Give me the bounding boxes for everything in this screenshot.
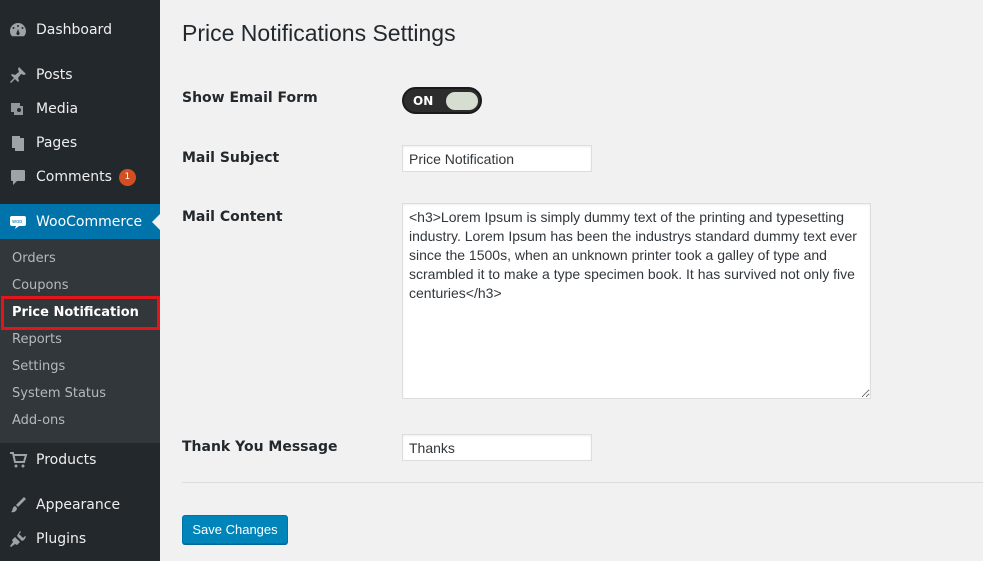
pin-icon <box>0 65 36 85</box>
menu-label: Appearance <box>36 497 121 513</box>
pages-icon <box>0 133 36 153</box>
cart-icon <box>0 450 36 470</box>
submenu-orders[interactable]: Orders <box>12 251 56 266</box>
menu-label: Comments <box>36 169 112 185</box>
admin-sidebar: Dashboard Posts Media Pages Comments 1 w… <box>0 0 160 561</box>
menu-plugins[interactable]: Plugins <box>0 522 160 556</box>
menu-label: Media <box>36 101 79 117</box>
menu-dashboard[interactable]: Dashboard <box>0 13 160 47</box>
menu-label: WooCommerce <box>36 213 143 230</box>
submenu-coupons[interactable]: Coupons <box>12 278 69 293</box>
dashboard-icon <box>0 20 36 40</box>
woocommerce-submenu: Orders Coupons Price Notification Report… <box>0 239 160 443</box>
main-content: Price Notifications Settings Show Email … <box>160 0 983 561</box>
highlight-box <box>1 296 160 330</box>
menu-comments[interactable]: Comments 1 <box>0 160 160 194</box>
thank-you-message-input[interactable] <box>402 434 592 461</box>
menu-products[interactable]: Products <box>0 443 160 477</box>
submenu-add-ons[interactable]: Add-ons <box>12 413 65 428</box>
menu-posts[interactable]: Posts <box>0 58 160 92</box>
comment-count-badge: 1 <box>118 168 136 186</box>
toggle-state-label: ON <box>413 94 434 108</box>
menu-label: Pages <box>36 135 78 151</box>
submenu-system-status[interactable]: System Status <box>12 386 106 401</box>
menu-label: Plugins <box>36 531 87 547</box>
mail-subject-label: Mail Subject <box>182 150 280 166</box>
svg-text:woo: woo <box>12 219 22 225</box>
mail-content-label: Mail Content <box>182 209 283 225</box>
menu-appearance[interactable]: Appearance <box>0 488 160 522</box>
thank-you-message-label: Thank You Message <box>182 439 338 455</box>
menu-label: Posts <box>36 67 73 83</box>
toggle-knob <box>446 92 478 110</box>
brush-icon <box>0 495 36 515</box>
mail-content-textarea[interactable]: <h3>Lorem Ipsum is simply dummy text of … <box>402 203 871 399</box>
menu-label: Products <box>36 452 97 468</box>
menu-media[interactable]: Media <box>0 92 160 126</box>
woocommerce-icon: woo <box>0 212 36 232</box>
active-menu-arrow <box>152 214 160 230</box>
plugin-icon <box>0 529 36 549</box>
menu-pages[interactable]: Pages <box>0 126 160 160</box>
show-email-form-toggle[interactable]: ON <box>402 87 482 114</box>
save-changes-button[interactable]: Save Changes <box>182 515 288 544</box>
comment-icon <box>0 167 36 187</box>
media-icon <box>0 99 36 119</box>
mail-subject-input[interactable] <box>402 145 592 172</box>
submenu-settings[interactable]: Settings <box>12 359 65 374</box>
menu-woocommerce[interactable]: woo WooCommerce <box>0 204 160 239</box>
page-title: Price Notifications Settings <box>182 20 456 46</box>
divider <box>182 482 983 483</box>
show-email-form-label: Show Email Form <box>182 90 318 106</box>
menu-label: Dashboard <box>36 22 112 38</box>
submenu-reports[interactable]: Reports <box>12 332 62 347</box>
